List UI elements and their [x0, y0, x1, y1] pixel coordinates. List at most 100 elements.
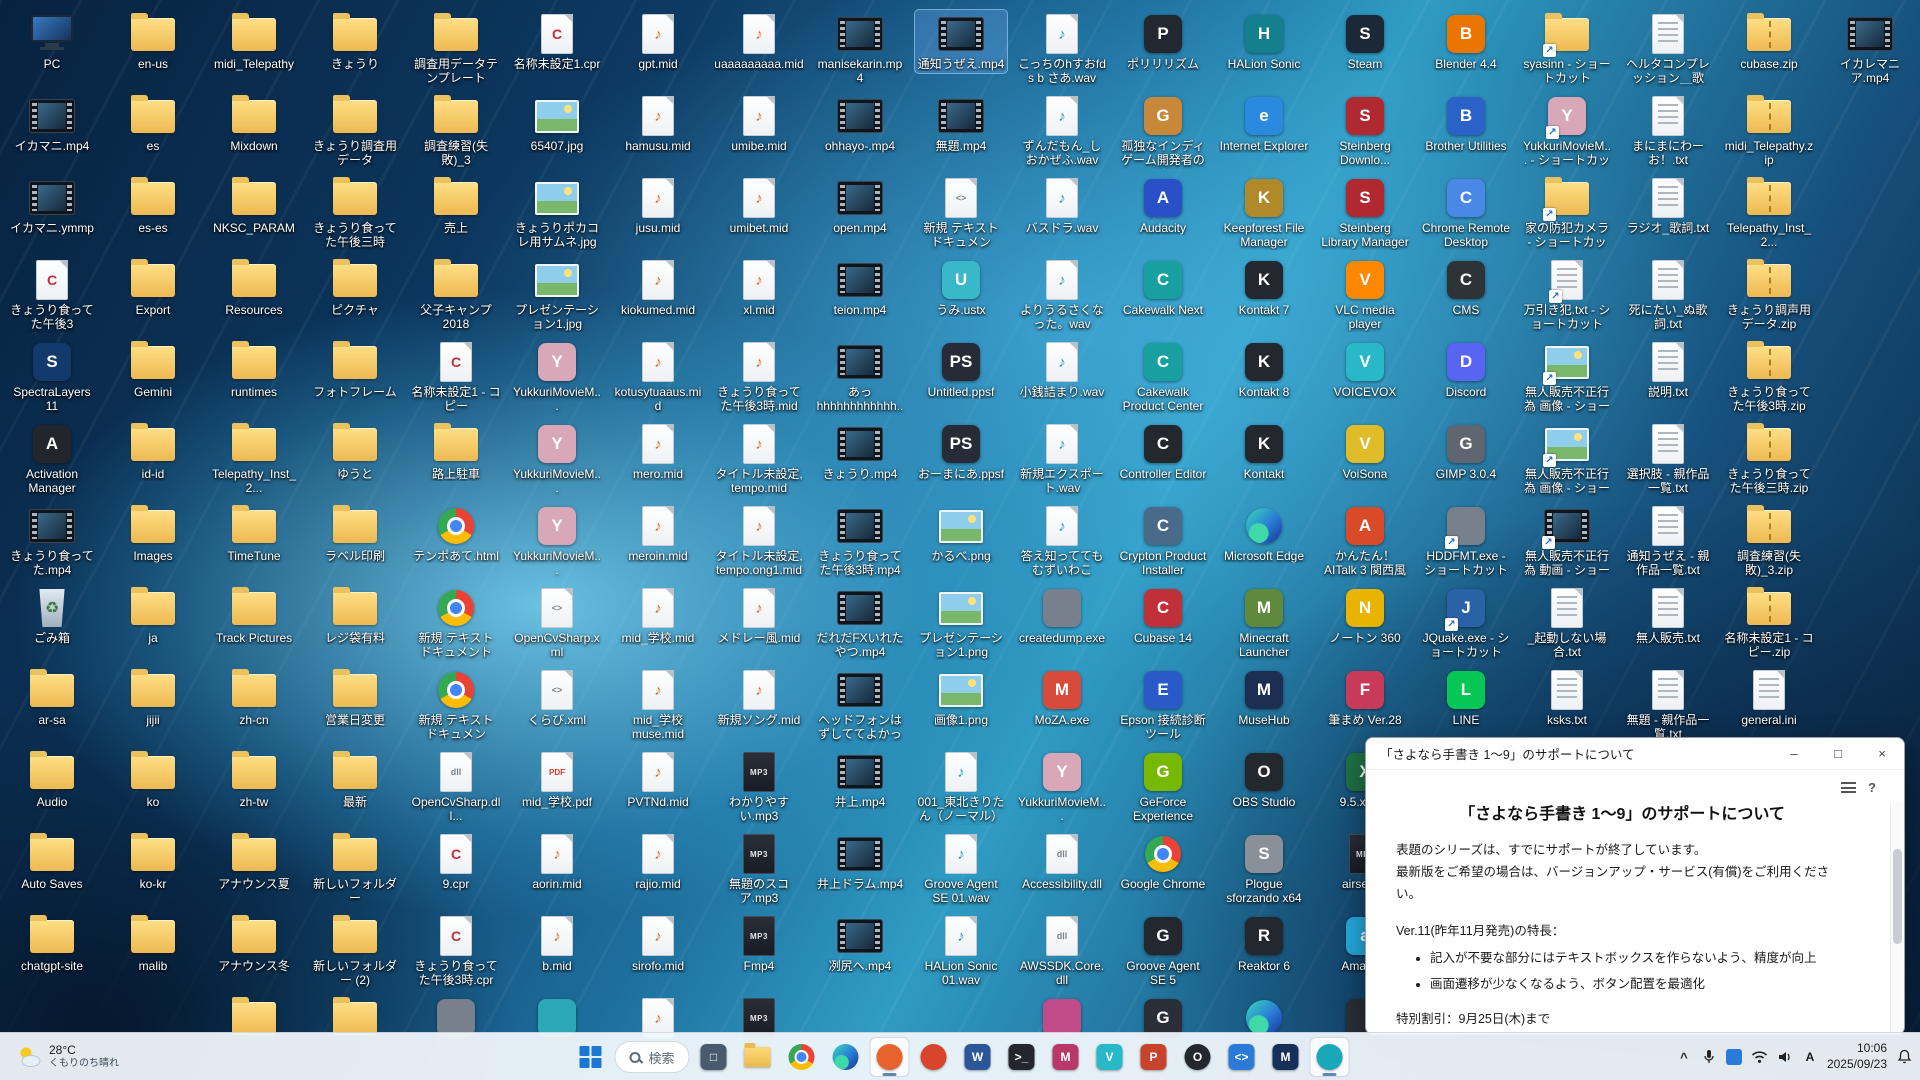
desktop-icon[interactable]: SSteam	[1319, 10, 1411, 73]
desktop-icon[interactable]: ↗syasinn - ショートカット	[1521, 10, 1613, 88]
desktop-icon[interactable]: general.ini	[1723, 666, 1815, 729]
desktop-icon[interactable]: 説明.txt	[1622, 338, 1714, 401]
desktop-icon[interactable]: MMuseHub	[1218, 666, 1310, 729]
desktop-icon[interactable]: ♪b.mid	[511, 912, 603, 975]
desktop-icon[interactable]: ♪001_東北きりたん（ノーマル）_少しやん...	[915, 748, 1007, 827]
desktop-icon[interactable]: ↗万引き犯.txt - ショートカット	[1521, 256, 1613, 334]
desktop-icon[interactable]: PDFmid_学校.pdf	[511, 748, 603, 811]
desktop-icon[interactable]: 画像1.png	[915, 666, 1007, 729]
maximize-button[interactable]: □	[1816, 738, 1860, 769]
desktop-icon[interactable]: createdump.exe	[1016, 584, 1108, 647]
file-explorer-taskbar-button[interactable]	[738, 1037, 778, 1077]
desktop-icon[interactable]: 通知うぜえ.mp4	[915, 10, 1007, 73]
desktop-icon[interactable]: OOBS Studio	[1218, 748, 1310, 811]
desktop-icon[interactable]: ♪mero.mid	[612, 420, 704, 483]
desktop-icon[interactable]: cubase.zip	[1723, 10, 1815, 73]
desktop-icon[interactable]: だれだFXいれたやつ.mp4	[814, 584, 906, 662]
desktop-icon[interactable]: ♪mid_学校.mid	[612, 584, 704, 647]
desktop-icon[interactable]: ♪mid_学校 muse.mid	[612, 666, 704, 744]
desktop-icon[interactable]: ↗家の防犯カメラ - ショートカット	[1521, 174, 1613, 253]
desktop-icon[interactable]: MP3わかりやすい.mp3	[713, 748, 805, 826]
desktop-icon[interactable]: Cきょうり食ってた午後3時-01.cpr	[6, 256, 98, 335]
desktop-icon[interactable]: 死にたい_ぬ歌詞.txt	[1622, 256, 1714, 334]
desktop-icon[interactable]: 新規 テキスト ドキュメント.html	[410, 666, 502, 745]
desktop-icon[interactable]: EEpson 接続診断ツール	[1117, 666, 1209, 744]
desktop-icon[interactable]: ♪メドレー風.mid	[713, 584, 805, 647]
desktop-icon[interactable]: ♪タイトル未設定, tempo.ong1.mid	[713, 502, 805, 580]
desktop-icon[interactable]: ラジオ_歌詞.txt	[1622, 174, 1714, 237]
chrome-taskbar-button[interactable]	[782, 1037, 822, 1077]
desktop-icon[interactable]: きょうり調査用データ	[309, 92, 401, 170]
desktop-icon[interactable]: ↗無人販売不正行為 画像 - ショートカット	[1521, 338, 1613, 417]
desktop-icon[interactable]: ♪jusu.mid	[612, 174, 704, 237]
desktop-icon[interactable]: SSpectraLayers 11	[6, 338, 98, 416]
desktop-icon[interactable]: AActivation Manager	[6, 420, 98, 498]
firefox-taskbar-button[interactable]	[870, 1037, 910, 1077]
desktop-icon[interactable]: 父子キャンプ2018	[410, 256, 502, 334]
desktop-icon[interactable]: midi_Telepathy	[208, 10, 300, 73]
desktop-icon[interactable]: ♪こっちのhすおfd s b さあ.wav	[1016, 10, 1108, 88]
desktop-icon[interactable]: 無題 - 親作品一覧.txt	[1622, 666, 1714, 744]
desktop-icon[interactable]: J↗JQuake.exe - ショートカット	[1420, 584, 1512, 662]
desktop-icon[interactable]: AAudacity	[1117, 174, 1209, 237]
desktop-icon[interactable]: ♻ごみ箱	[6, 584, 98, 647]
desktop-icon[interactable]: 65407.jpg	[511, 92, 603, 155]
desktop-icon[interactable]: プレゼンテーション1.png	[915, 584, 1007, 662]
app-red-orange-taskbar-button[interactable]	[914, 1037, 954, 1077]
desktop-icon[interactable]: zh-tw	[208, 748, 300, 811]
desktop-icon[interactable]: 通知うぜえ - 親作品一覧.txt	[1622, 502, 1714, 580]
desktop-icon[interactable]: open.mp4	[814, 174, 906, 237]
desktop-icon[interactable]: 井上ドラム.mp4	[814, 830, 906, 893]
desktop-icon[interactable]: ゆうと	[309, 420, 401, 483]
desktop-icon[interactable]: きょうり食ってた午後3時.zip	[1723, 338, 1815, 416]
search-taskbar-button[interactable]: 検索	[614, 1037, 689, 1077]
desktop-icon[interactable]: 調査練習(失敗)_3	[410, 92, 502, 170]
desktop-icon[interactable]: CCakewalk Next	[1117, 256, 1209, 319]
desktop-icon[interactable]: CChrome Remote Desktop	[1420, 174, 1512, 252]
desktop-icon[interactable]: <>くらび.xml	[511, 666, 603, 729]
app-magenta-taskbar-button[interactable]: M	[1046, 1037, 1086, 1077]
edge-taskbar-button[interactable]	[826, 1037, 866, 1077]
desktop-icon[interactable]: 調査練習(失敗)_3.zip	[1723, 502, 1815, 580]
desktop-icon[interactable]: 新しいフォルダー (2)	[309, 912, 401, 990]
dialog-scrollbar[interactable]	[1890, 803, 1903, 1034]
desktop-icon[interactable]: ♪よりうるさくなった。wav	[1016, 256, 1108, 334]
help-icon[interactable]: ?	[1868, 780, 1876, 795]
desktop-icon[interactable]: SSteinberg Library Manager	[1319, 174, 1411, 252]
desktop-icon[interactable]: ラベル印刷	[309, 502, 401, 565]
desktop-icon[interactable]: 調査用データテンプレート	[410, 10, 502, 88]
desktop-icon[interactable]: きょうり調声用データ.zip	[1723, 256, 1815, 334]
desktop-icon[interactable]: dllOpenCvSharp.dll...	[410, 748, 502, 826]
desktop-icon[interactable]: YYukkuriMovieM...	[511, 502, 603, 580]
voicevox-taskbar-button[interactable]: V	[1090, 1037, 1130, 1077]
desktop-icon[interactable]: LLINE	[1420, 666, 1512, 729]
desktop-icon[interactable]: C9.cpr	[410, 830, 502, 893]
desktop-icon[interactable]: Pポリリリズム	[1117, 10, 1209, 73]
desktop-icon[interactable]: Telepathy_Inst_2...	[208, 420, 300, 498]
desktop-icon[interactable]: きょうりポカコレ用サムネ.jpg	[511, 174, 603, 252]
desktop-icon[interactable]: TimeTune	[208, 502, 300, 565]
desktop-icon[interactable]: C名称未設定1 - コピー	[410, 338, 502, 416]
desktop-icon[interactable]: 井上.mp4	[814, 748, 906, 811]
desktop-icon[interactable]: ♪新規ソング.mid	[713, 666, 805, 729]
desktop-icon[interactable]: es-es	[107, 174, 199, 237]
desktop-icon[interactable]: ksks.txt	[1521, 666, 1613, 729]
desktop-icon[interactable]: Nノートン 360	[1319, 584, 1411, 647]
dialog-titlebar[interactable]: 「さよなら手書き 1〜9」のサポートについて – □ ×	[1366, 738, 1904, 770]
desktop-icon[interactable]: ↗無人販売不正行為 画像 - ショートカット	[1521, 420, 1613, 499]
desktop-icon[interactable]: C名称未設定1.cpr	[511, 10, 603, 73]
terminal-taskbar-button[interactable]: >_	[1002, 1037, 1042, 1077]
hidden-icons-chevron[interactable]: ^	[1676, 1042, 1692, 1072]
desktop-icon[interactable]: 冽尻へ.mp4	[814, 912, 906, 975]
musehub-taskbar-button[interactable]: M	[1266, 1037, 1306, 1077]
desktop-icon[interactable]: F筆まめ Ver.28	[1319, 666, 1411, 729]
minimize-button[interactable]: –	[1772, 738, 1816, 769]
desktop-icon[interactable]: Mixdown	[208, 92, 300, 155]
desktop-icon[interactable]: 名称未設定1 - コピー.zip	[1723, 584, 1815, 662]
desktop-icon[interactable]: かるべ.png	[915, 502, 1007, 565]
desktop-icon[interactable]: Y↗YukkuriMovieM... - ショートカット	[1521, 92, 1613, 171]
desktop-icon[interactable]: Track Pictures	[208, 584, 300, 647]
weather-widget[interactable]: 28°C くもりのち晴れ	[6, 1037, 129, 1077]
desktop-icon[interactable]: イカレマニア.mp4	[1824, 10, 1916, 88]
desktop-icon[interactable]: アナウンス冬	[208, 912, 300, 975]
